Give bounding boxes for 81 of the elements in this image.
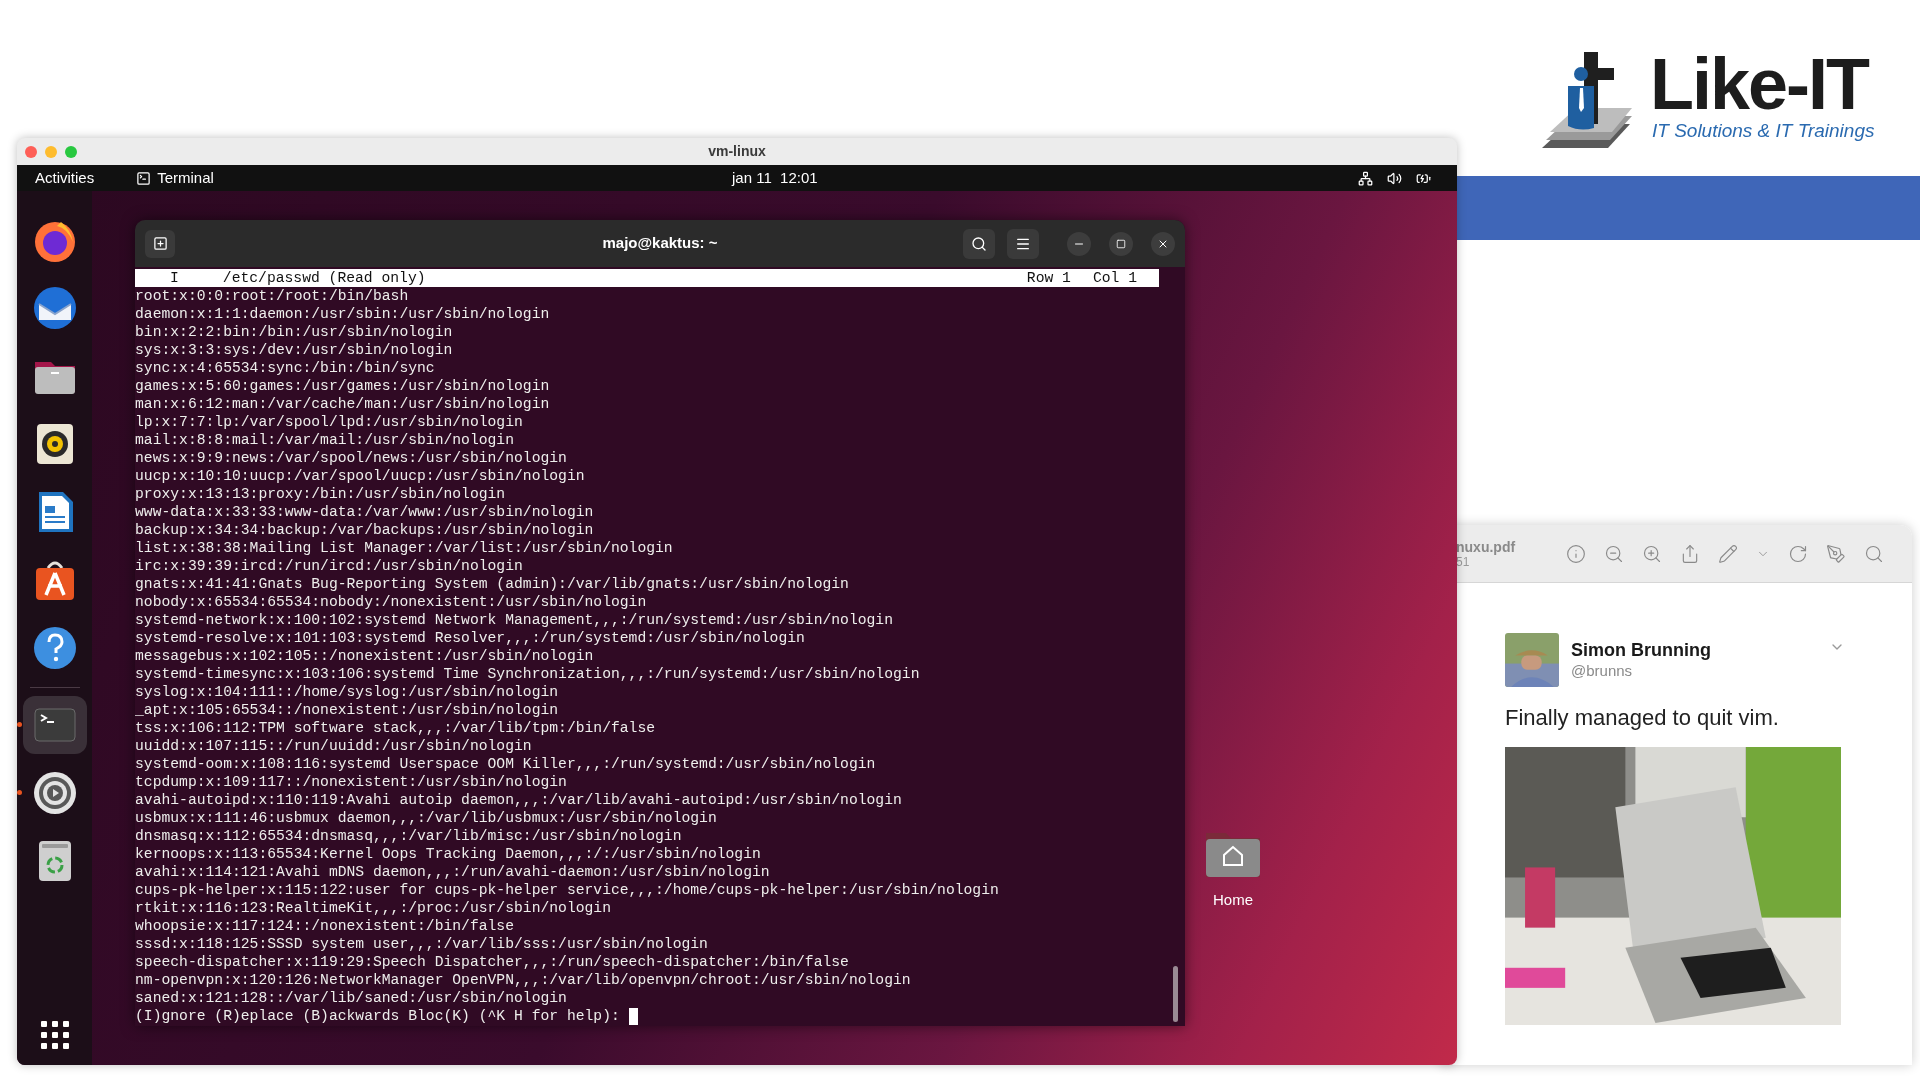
- terminal-line: saned:x:121:128::/var/lib/saned:/usr/sbin/nologin: [135, 989, 567, 1007]
- terminal-line: cups-pk-helper:x:115:122:user for cups-pk-helper service,,,:/home/cups-pk-helper:/usr/sbin/nologin: [135, 881, 999, 899]
- terminal-line: list:x:38:38:Mailing List Manager:/var/list:/usr/sbin/nologin: [135, 539, 673, 557]
- terminal-line: systemd-network:x:100:102:systemd Network Management,,,:/run/systemd:/usr/sbin/nologin: [135, 611, 893, 629]
- terminal-line: uucp:x:10:10:uucp:/var/spool/uucp:/usr/sbin/nologin: [135, 467, 585, 485]
- terminal-line: backup:x:34:34:backup:/var/backups:/usr/sbin/nologin: [135, 521, 594, 539]
- terminal-line: syslog:x:104:111::/home/syslog:/usr/sbin/nologin: [135, 683, 559, 701]
- search-icon[interactable]: [1864, 543, 1884, 564]
- terminal-line: uuidd:x:107:115::/run/uuidd:/usr/sbin/nologin: [135, 737, 532, 755]
- rotate-icon[interactable]: [1788, 543, 1808, 564]
- terminal-line: nm-openvpn:x:120:126:NetworkManager OpenVPN,,,:/var/lib/openvpn/chroot:/usr/sbin/nologin: [135, 971, 911, 989]
- clock[interactable]: jan 11 12:01: [732, 166, 818, 190]
- terminal-line: games:x:5:60:games:/usr/games:/usr/sbin/nologin: [135, 377, 550, 395]
- share-icon[interactable]: [1680, 543, 1700, 564]
- terminal-line: sssd:x:118:125:SSSD system user,,,:/var/lib/sss:/usr/sbin/nologin: [135, 935, 708, 953]
- terminal-icon: [136, 170, 152, 186]
- mode-indicator: I: [170, 269, 179, 287]
- file-name: /etc/passwd (Read only): [222, 269, 426, 287]
- terminal-line: bin:x:2:2:bin:/bin:/usr/sbin/nologin: [135, 323, 453, 341]
- text-cursor: [628, 1007, 638, 1025]
- terminal-line: tss:x:106:112:TPM software stack,,,:/var/lib/tpm:/bin/false: [135, 719, 656, 737]
- terminal-line: systemd-timesync:x:103:106:systemd Time Synchronization,,,:/run/systemd:/usr/sbin/nologin: [135, 665, 920, 683]
- tweet-text: Finally managed to quit vim.: [1505, 705, 1780, 731]
- terminal-line: man:x:6:12:man:/var/cache/man:/usr/sbin/nologin: [135, 395, 550, 413]
- terminal-line: kernoops:x:113:65534:Kernel Oops Tracking Daemon,,,:/:/usr/sbin/nologin: [135, 845, 761, 863]
- prompt-text: (I)gnore (R)eplace (B)ackwards Bloc(K) (^K H for help):: [135, 1007, 620, 1025]
- window-title: vm-linux: [708, 142, 766, 161]
- volume-icon[interactable]: [1387, 170, 1402, 186]
- app-menu[interactable]: Terminal: [157, 166, 214, 190]
- logo-tagline: IT Solutions & IT Trainings: [1651, 120, 1875, 142]
- terminal-line: messagebus:x:102:105::/nonexistent:/usr/sbin/nologin: [135, 647, 594, 665]
- home-label[interactable]: Home: [1213, 889, 1253, 912]
- terminal-line: systemd-oom:x:108:116:systemd Userspace OOM Killer,,,:/run/systemd:/usr/sbin/nologin: [135, 755, 876, 773]
- maximize-button[interactable]: [1109, 231, 1133, 256]
- terminal-title: majo@kaktus: ~: [602, 233, 718, 254]
- menu-button[interactable]: [1007, 228, 1039, 259]
- author-name: Simon Brunning: [1571, 639, 1712, 661]
- close-button[interactable]: [1151, 231, 1175, 256]
- row-indicator: Row 1: [1026, 269, 1071, 287]
- terminal-line: root:x:0:0:root:/root:/bin/bash: [135, 287, 409, 305]
- terminal-line: dnsmasq:x:112:65534:dnsmasq,,,:/var/lib/misc:/usr/sbin/nologin: [135, 827, 682, 845]
- terminal-line: mail:x:8:8:mail:/var/mail:/usr/sbin/nologin: [135, 431, 514, 449]
- document-filename: nuxu.pdf: [1456, 538, 1517, 555]
- app-grid-icon[interactable]: [38, 1019, 71, 1051]
- new-tab-button[interactable]: [145, 229, 175, 258]
- terminal-line: tcpdump:x:109:117::/nonexistent:/usr/sbin/nologin: [135, 773, 567, 791]
- author-handle: @brunns: [1571, 661, 1634, 681]
- terminal-line: systemd-resolve:x:101:103:systemd Resolver,,,:/run/systemd:/usr/sbin/nologin: [135, 629, 805, 647]
- terminal-line: usbmux:x:111:46:usbmux daemon,,,:/var/lib/usbmux:/usr/sbin/nologin: [135, 809, 717, 827]
- page-number: 51: [1456, 554, 1470, 569]
- terminal-line: rtkit:x:116:123:RealtimeKit,,,:/proc:/usr/sbin/nologin: [135, 899, 611, 917]
- terminal-line: lp:x:7:7:lp:/var/spool/lpd:/usr/sbin/nologin: [135, 413, 523, 431]
- search-button[interactable]: [963, 228, 995, 259]
- search-icon: [971, 235, 987, 252]
- terminal-line: proxy:x:13:13:proxy:/bin:/usr/sbin/nologin: [135, 485, 506, 503]
- zoom-in-icon[interactable]: [1642, 543, 1662, 564]
- terminal-line: avahi-autoipd:x:110:119:Avahi autoip daemon,,,:/var/lib/avahi-autoipd:/usr/sbin/nologin: [135, 791, 902, 809]
- scrollbar-thumb[interactable]: [1173, 966, 1178, 1022]
- terminal-line: daemon:x:1:1:daemon:/usr/sbin:/usr/sbin/nologin: [135, 305, 550, 323]
- new-tab-icon: [152, 236, 168, 251]
- terminal-line: www-data:x:33:33:www-data:/var/www:/usr/sbin/nologin: [135, 503, 594, 521]
- activities-button[interactable]: Activities: [35, 166, 95, 190]
- pencil-icon[interactable]: [1718, 543, 1738, 564]
- info-icon[interactable]: [1566, 543, 1586, 564]
- minimize-button[interactable]: [1067, 231, 1091, 256]
- maximize-icon: [1116, 238, 1126, 249]
- close-button[interactable]: [25, 145, 37, 158]
- terminal-line: speech-dispatcher:x:119:29:Speech Dispatcher,,,:/run/speech-dispatcher:/bin/false: [135, 953, 849, 971]
- terminal-line: nobody:x:65534:65534:nobody:/nonexistent:/usr/sbin/nologin: [135, 593, 647, 611]
- terminal-line: _apt:x:105:65534::/nonexistent:/usr/sbin/nologin: [135, 701, 559, 719]
- zoom-out-icon[interactable]: [1604, 543, 1624, 564]
- terminal-line: sync:x:4:65534:sync:/bin:/bin/sync: [135, 359, 435, 377]
- terminal-line: sys:x:3:3:sys:/dev:/usr/sbin/nologin: [135, 341, 453, 359]
- terminal-line: whoopsie:x:117:124::/nonexistent:/bin/false: [135, 917, 514, 935]
- terminal-line: news:x:9:9:news:/var/spool/news:/usr/sbin/nologin: [135, 449, 567, 467]
- logo-name: Like-IT: [1650, 48, 1870, 120]
- terminal-line: avahi:x:114:121:Avahi mDNS daemon,,,:/run/avahi-daemon:/usr/sbin/nologin: [135, 863, 770, 881]
- network-icon[interactable]: [1358, 170, 1373, 186]
- column-indicator: Col 1: [1092, 269, 1137, 287]
- terminal-line: irc:x:39:39:ircd:/run/ircd:/usr/sbin/nologin: [135, 557, 523, 575]
- terminal-line: gnats:x:41:41:Gnats Bug-Reporting System (admin):/var/lib/gnats:/usr/sbin/nologin: [135, 575, 849, 593]
